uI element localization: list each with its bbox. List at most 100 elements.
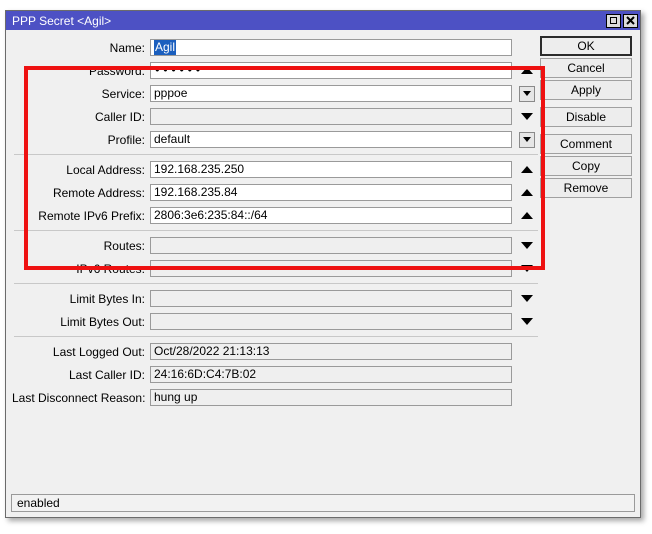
- field-label: Last Logged Out:: [52, 344, 145, 359]
- field-input[interactable]: pppoe: [150, 85, 512, 102]
- field-label: Remote IPv6 Prefix:: [38, 208, 145, 223]
- form-row: Remote IPv6 Prefix: 2806:3e6:235:84::/64: [6, 204, 546, 227]
- triangle-down-icon[interactable]: [521, 242, 533, 249]
- field-input: [150, 260, 512, 277]
- field-wrapper: ••••••: [150, 62, 546, 79]
- field-wrapper: [150, 108, 546, 125]
- field-label: Limit Bytes Out:: [60, 314, 145, 329]
- maximize-button[interactable]: [606, 13, 621, 28]
- triangle-up-icon[interactable]: [521, 166, 533, 173]
- close-button[interactable]: [623, 13, 638, 28]
- remove-button[interactable]: Remove: [540, 178, 632, 198]
- form-row: Last Caller ID: 24:16:6D:C4:7B:02: [6, 363, 546, 386]
- form-row: Limit Bytes Out:: [6, 310, 546, 333]
- form-row: Service: pppoe: [6, 82, 546, 105]
- field-wrapper: [150, 260, 546, 277]
- status-bar: enabled: [11, 494, 635, 512]
- expand-up-arrow-cell: [512, 212, 542, 219]
- form-row: Remote Address: 192.168.235.84: [6, 181, 546, 204]
- ok-button[interactable]: OK: [540, 36, 632, 56]
- dropdown-button[interactable]: [519, 131, 535, 148]
- ppp-secret-dialog: PPP Secret <Agil> Name: Agil Password: ••••…: [5, 10, 641, 518]
- field-input: [150, 290, 512, 307]
- field-wrapper: Oct/28/2022 21:13:13: [150, 343, 546, 360]
- masked-value: ••••••: [154, 64, 203, 77]
- expand-down-arrow-cell: [512, 113, 542, 120]
- triangle-down-icon[interactable]: [521, 113, 533, 120]
- expand-down-arrow-cell: [512, 295, 542, 302]
- close-icon: [626, 16, 635, 25]
- form-row: Routes:: [6, 234, 546, 257]
- window-controls: [606, 13, 638, 28]
- form-row: Name: Agil: [6, 36, 546, 59]
- dialog-body: Name: Agil Password: •••••• Service: pppoe Cal…: [6, 30, 640, 517]
- field-value: pppoe: [154, 86, 188, 100]
- copy-button[interactable]: Copy: [540, 156, 632, 176]
- field-label: Name:: [109, 40, 145, 55]
- field-wrapper: 24:16:6D:C4:7B:02: [150, 366, 546, 383]
- field-wrapper: 192.168.235.84: [150, 184, 546, 201]
- dropdown-button[interactable]: [519, 85, 535, 102]
- disable-button[interactable]: Disable: [540, 107, 632, 127]
- triangle-up-icon[interactable]: [521, 67, 533, 74]
- form-row: Limit Bytes In:: [6, 287, 546, 310]
- form-row: Caller ID:: [6, 105, 546, 128]
- field-wrapper: 192.168.235.250: [150, 161, 546, 178]
- comment-button[interactable]: Comment: [540, 134, 632, 154]
- triangle-up-icon[interactable]: [521, 212, 533, 219]
- form-row: Last Logged Out: Oct/28/2022 21:13:13: [6, 340, 546, 363]
- expand-up-arrow-cell: [512, 189, 542, 196]
- field-label: Local Address:: [66, 162, 145, 177]
- triangle-down-icon[interactable]: [521, 265, 533, 272]
- chevron-down-icon: [523, 137, 531, 142]
- form-row: Last Disconnect Reason: hung up: [6, 386, 546, 409]
- field-wrapper: pppoe: [150, 85, 546, 102]
- field-input: hung up: [150, 389, 512, 406]
- field-input[interactable]: default: [150, 131, 512, 148]
- group-separator: [14, 336, 538, 337]
- field-label: IPv6 Routes:: [76, 261, 145, 276]
- triangle-up-icon[interactable]: [521, 189, 533, 196]
- field-input[interactable]: ••••••: [150, 62, 512, 79]
- field-wrapper: hung up: [150, 389, 546, 406]
- group-separator: [14, 283, 538, 284]
- field-value: Oct/28/2022 21:13:13: [154, 344, 270, 358]
- dropdown-button-cell: [512, 85, 542, 102]
- field-input[interactable]: 2806:3e6:235:84::/64: [150, 207, 512, 224]
- selected-text: Agil: [154, 40, 177, 55]
- dialog-button-column: OK Cancel Apply Disable Comment Copy Remove: [540, 36, 632, 198]
- field-value: 192.168.235.250: [154, 162, 245, 176]
- field-label: Last Caller ID:: [68, 367, 145, 382]
- field-label: Routes:: [103, 238, 145, 253]
- field-wrapper: default: [150, 131, 546, 148]
- status-text: enabled: [17, 496, 60, 510]
- field-wrapper: [150, 237, 546, 254]
- field-input: [150, 313, 512, 330]
- window-title: PPP Secret <Agil>: [12, 13, 112, 28]
- cancel-button[interactable]: Cancel: [540, 58, 632, 78]
- expand-up-arrow-cell: [512, 166, 542, 173]
- expand-up-arrow-cell: [512, 67, 542, 74]
- field-input: [150, 108, 512, 125]
- group-separator: [14, 230, 538, 231]
- field-value: 192.168.235.84: [154, 185, 238, 199]
- dropdown-button-cell: [512, 131, 542, 148]
- title-bar[interactable]: PPP Secret <Agil>: [6, 11, 640, 30]
- triangle-down-icon[interactable]: [521, 318, 533, 325]
- field-input[interactable]: 192.168.235.84: [150, 184, 512, 201]
- field-value: 24:16:6D:C4:7B:02: [154, 367, 257, 381]
- field-input[interactable]: 192.168.235.250: [150, 161, 512, 178]
- triangle-down-icon[interactable]: [521, 295, 533, 302]
- group-separator: [14, 154, 538, 155]
- expand-down-arrow-cell: [512, 318, 542, 325]
- field-value: 2806:3e6:235:84::/64: [154, 208, 268, 222]
- field-wrapper: [150, 290, 546, 307]
- field-label: Service:: [101, 86, 145, 101]
- form-row: Local Address: 192.168.235.250: [6, 158, 546, 181]
- ppp-secret-form: Name: Agil Password: •••••• Service: pppoe Cal…: [6, 30, 546, 409]
- chevron-down-icon: [523, 91, 531, 96]
- field-label: Remote Address:: [52, 185, 145, 200]
- apply-button[interactable]: Apply: [540, 80, 632, 100]
- field-input: [150, 237, 512, 254]
- field-input[interactable]: Agil: [150, 39, 512, 56]
